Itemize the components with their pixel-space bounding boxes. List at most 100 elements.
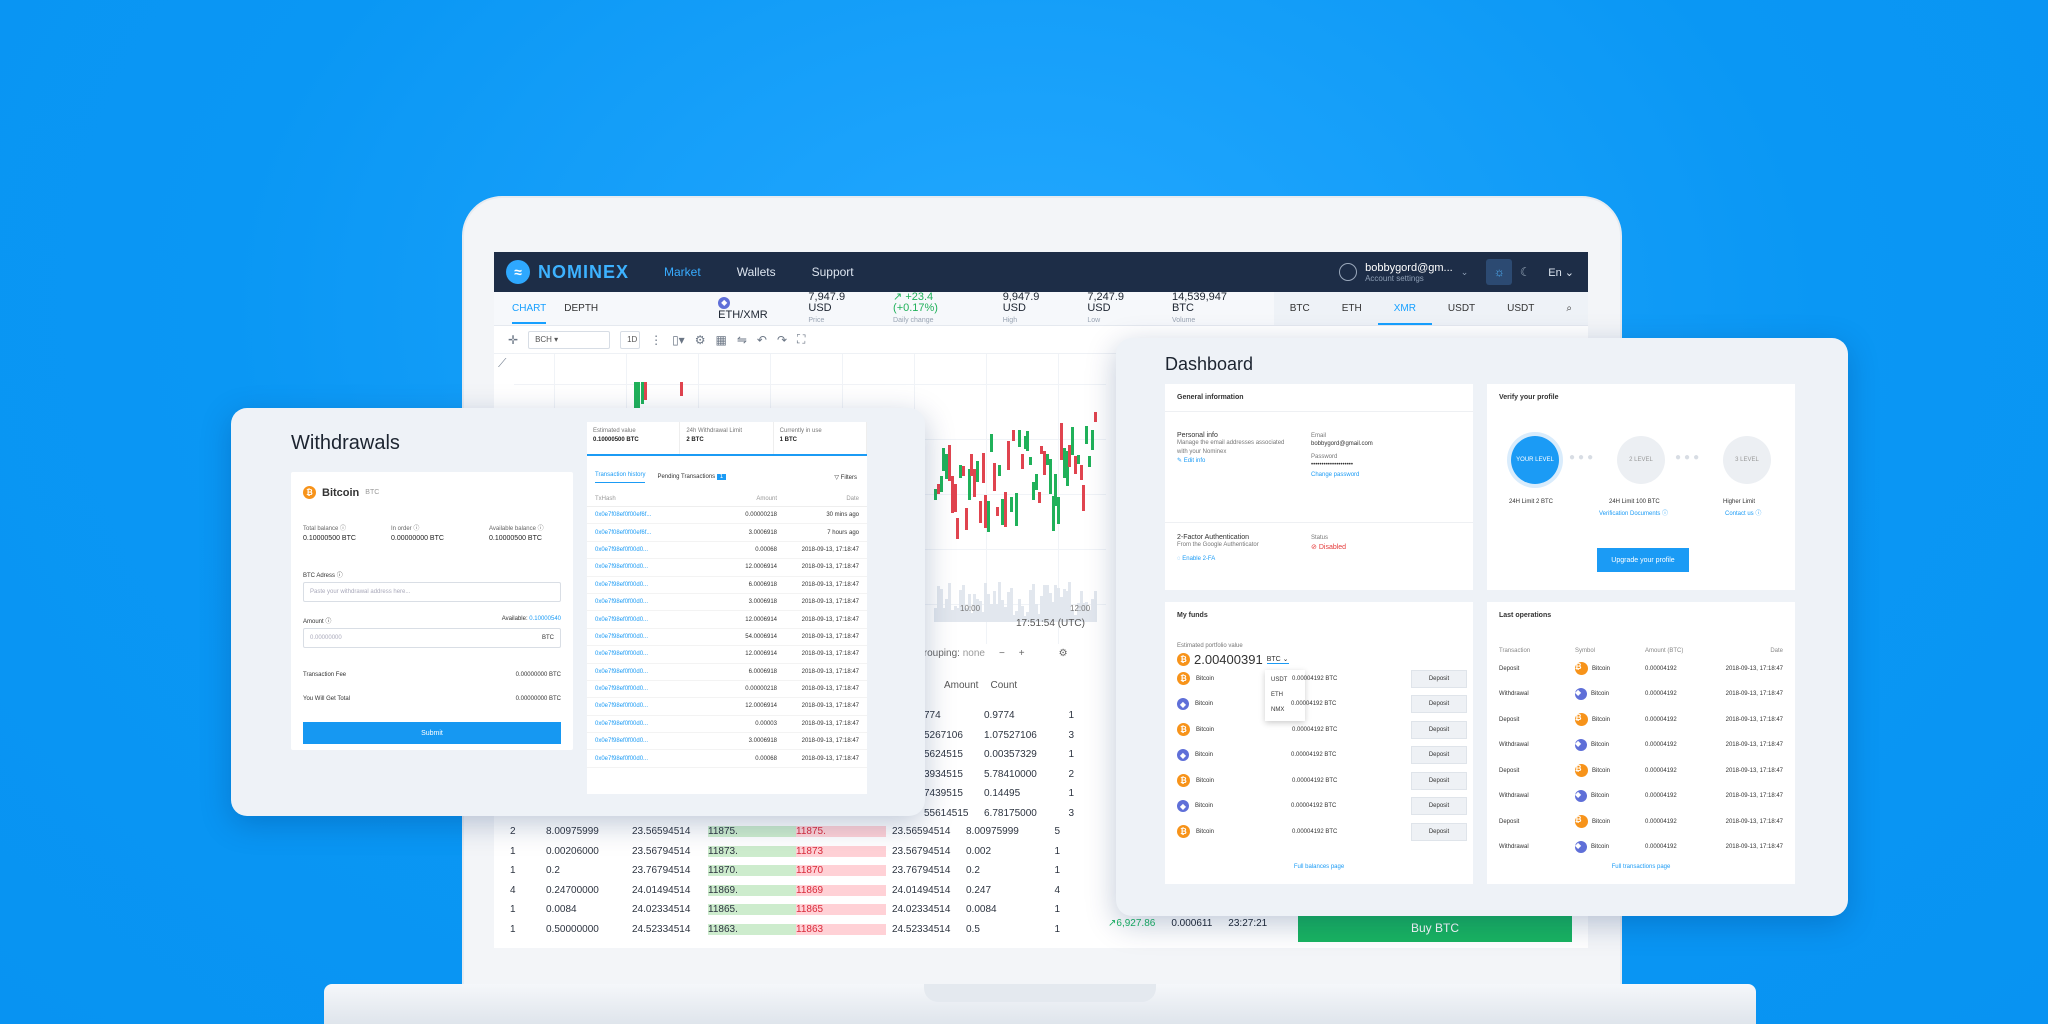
pair-label[interactable]: ◆ ETH/XMR bbox=[718, 296, 782, 321]
tx-row[interactable]: 0x0e7f98ef0f00d0... 12.0006914 2018-09-13,… bbox=[587, 611, 867, 629]
verification-docs-link[interactable]: Verification Documents ⓘ bbox=[1599, 508, 1668, 517]
tx-hash[interactable]: 0x0e7f98ef0f00d0... bbox=[595, 703, 707, 709]
tx-row[interactable]: 0x0e7f98ef0f00d0... 0.00068 2018-09-13, 17… bbox=[587, 750, 867, 768]
col-amount[interactable]: Amount bbox=[707, 496, 777, 502]
tx-row[interactable]: 0x0e7f98ef0f00d0... 0.00068 2018-09-13, 17… bbox=[587, 542, 867, 560]
coin-tab[interactable]: USDT bbox=[1432, 292, 1491, 325]
settings-icon[interactable]: ⚙ bbox=[1059, 648, 1068, 659]
deposit-button[interactable]: Deposit bbox=[1411, 669, 1467, 688]
tab-transaction-history[interactable]: Transaction history bbox=[595, 472, 646, 483]
coin-tab[interactable]: XMR bbox=[1377, 292, 1432, 325]
book-row[interactable]: 55614515 6.78175000 3 bbox=[924, 804, 1074, 824]
tx-hash[interactable]: 0x0e7f08ef0f00ef6f... bbox=[595, 530, 707, 536]
book-row[interactable]: 4 0.24700000 24.01494514 11869. 11869 24.0149… bbox=[510, 881, 1110, 901]
coin-tab[interactable]: BTC bbox=[1274, 292, 1326, 325]
moon-icon[interactable]: ☾ bbox=[1512, 259, 1538, 285]
tx-row[interactable]: 0x0e7f98ef0f00d0... 54.0006914 2018-09-13,… bbox=[587, 629, 867, 647]
change-password-link[interactable]: Change password bbox=[1311, 472, 1373, 478]
coin-tab[interactable]: ETH bbox=[1326, 292, 1378, 325]
deposit-button[interactable]: Deposit bbox=[1411, 720, 1467, 739]
plus-icon[interactable]: + bbox=[1019, 648, 1025, 659]
deposit-button[interactable]: Deposit bbox=[1411, 822, 1467, 841]
amount-input[interactable]: 0.00000000 BTC bbox=[303, 628, 561, 648]
search-icon[interactable]: ⌕ bbox=[1550, 292, 1588, 325]
buy-button[interactable]: Buy BTC bbox=[1298, 914, 1572, 942]
tx-row[interactable]: 0x0e7f98ef0f00d0... 6.0006918 2018-09-13, … bbox=[587, 664, 867, 681]
tx-hash[interactable]: 0x0e7f98ef0f00d0... bbox=[595, 651, 707, 657]
deposit-button[interactable]: Deposit bbox=[1411, 746, 1467, 764]
nav-support[interactable]: Support bbox=[794, 265, 872, 279]
book-row[interactable]: 3934515 5.78410000 2 bbox=[924, 765, 1074, 785]
deposit-button[interactable]: Deposit bbox=[1411, 797, 1467, 815]
more-icon[interactable]: ⋮ bbox=[650, 333, 662, 347]
submit-button[interactable]: Submit bbox=[303, 722, 561, 744]
user-menu[interactable]: bobbygord@gm... Account settings ⌄ bbox=[1339, 262, 1486, 283]
address-input[interactable]: Paste your withdrawal address here... bbox=[303, 582, 561, 602]
symbol-select[interactable]: BCH ▾ bbox=[528, 330, 611, 349]
tx-hash[interactable]: 0x0e7f98ef0f00d0... bbox=[595, 599, 707, 605]
tx-hash[interactable]: 0x0e7f98ef0f00d0... bbox=[595, 582, 707, 588]
tx-row[interactable]: 0x0e7f08ef0f00ef6f... 3.0006918 7 hours ag… bbox=[587, 524, 867, 542]
coin-tab[interactable]: USDT bbox=[1491, 292, 1550, 325]
filters-button[interactable]: ▽ Filters bbox=[834, 474, 857, 481]
deposit-button[interactable]: Deposit bbox=[1411, 695, 1467, 713]
contact-us-link[interactable]: Contact us ⓘ bbox=[1725, 508, 1761, 517]
candle-type-icon[interactable]: ▯▾ bbox=[672, 333, 685, 347]
col-date[interactable]: Date bbox=[777, 496, 859, 502]
tx-row[interactable]: 0x0e7f08ef0f00ef6f... 0.00000218 30 mins a… bbox=[587, 507, 867, 525]
tx-hash[interactable]: 0x0e7f08ef0f00ef6f... bbox=[595, 512, 707, 518]
full-transactions-link[interactable]: Full transactions page bbox=[1487, 864, 1795, 870]
draw-line-icon[interactable]: ⟋ bbox=[498, 356, 506, 371]
nav-wallets[interactable]: Wallets bbox=[719, 265, 794, 279]
interval-select[interactable]: 1D bbox=[620, 330, 641, 349]
tx-row[interactable]: 0x0e7f98ef0f00d0... 6.0006918 2018-09-13, … bbox=[587, 577, 867, 594]
crosshair-icon[interactable]: ✛ bbox=[508, 333, 518, 347]
book-row[interactable]: 7439515 0.14495 1 bbox=[924, 784, 1074, 804]
nav-market[interactable]: Market bbox=[646, 265, 719, 279]
language-select[interactable]: En ⌄ bbox=[1538, 266, 1588, 279]
tx-hash[interactable]: 0x0e7f98ef0f00d0... bbox=[595, 756, 707, 762]
book-row[interactable]: 774 0.9774 1 bbox=[924, 706, 1074, 726]
tab-chart[interactable]: CHART bbox=[512, 293, 547, 324]
tx-hash[interactable]: 0x0e7f98ef0f00d0... bbox=[595, 617, 707, 623]
gear-icon[interactable]: ⚙ bbox=[695, 333, 706, 347]
tx-row[interactable]: 0x0e7f98ef0f00d0... 0.00000218 2018-09-13,… bbox=[587, 681, 867, 699]
available-value[interactable]: 0.10000540 bbox=[529, 616, 561, 622]
book-row[interactable]: 5267106 1.07527106 3 bbox=[924, 726, 1074, 746]
tx-row[interactable]: 0x0e7f98ef0f00d0... 0.00003 2018-09-13, 17… bbox=[587, 716, 867, 734]
book-row[interactable]: 2 8.00975999 23.56594514 11875. 11875. 23.565… bbox=[510, 822, 1110, 842]
tx-hash[interactable]: 0x0e7f98ef0f00d0... bbox=[595, 564, 707, 570]
indicators-icon[interactable]: ▦ bbox=[715, 333, 726, 347]
redo-icon[interactable]: ↷ bbox=[777, 333, 787, 347]
tx-row[interactable]: 0x0e7f98ef0f00d0... 3.0006918 2018-09-13, … bbox=[587, 733, 867, 751]
tx-hash[interactable]: 0x0e7f98ef0f00d0... bbox=[595, 686, 707, 692]
fullscreen-icon[interactable]: ⛶ bbox=[797, 332, 805, 347]
undo-icon[interactable]: ↶ bbox=[757, 333, 767, 347]
deposit-button[interactable]: Deposit bbox=[1411, 771, 1467, 790]
upgrade-profile-button[interactable]: Upgrade your profile bbox=[1597, 548, 1689, 572]
tx-hash[interactable]: 0x0e7f98ef0f00d0... bbox=[595, 738, 707, 744]
full-balances-link[interactable]: Full balances page bbox=[1165, 864, 1473, 870]
tab-depth[interactable]: DEPTH bbox=[564, 303, 598, 314]
book-row[interactable]: 1 0.50000000 24.52334514 11863. 11863 24.5233… bbox=[510, 920, 1110, 940]
tx-row[interactable]: 0x0e7f98ef0f00d0... 12.0006914 2018-09-13,… bbox=[587, 559, 867, 577]
logo[interactable]: ≈ NOMINEX bbox=[494, 260, 646, 284]
unit-select[interactable]: BTC ⌄ bbox=[1266, 655, 1289, 664]
tx-row[interactable]: 0x0e7f98ef0f00d0... 12.0006914 2018-09-13,… bbox=[587, 646, 867, 664]
edit-info-link[interactable]: ✎ Edit info bbox=[1177, 457, 1287, 464]
tx-row[interactable]: 0x0e7f98ef0f00d0... 3.0006918 2018-09-13, … bbox=[587, 594, 867, 612]
tx-hash[interactable]: 0x0e7f98ef0f00d0... bbox=[595, 669, 707, 675]
tx-hash[interactable]: 0x0e7f98ef0f00d0... bbox=[595, 721, 707, 727]
book-row[interactable]: 1 0.00206000 23.56794514 11873. 11873 23.5679… bbox=[510, 842, 1110, 862]
book-row[interactable]: 1 0.0084 24.02334514 11865. 11865 24.02334514… bbox=[510, 900, 1110, 920]
col-txhash[interactable]: TxHash bbox=[595, 496, 707, 502]
enable-2fa-link[interactable]: ◌ Enable 2-FA bbox=[1177, 556, 1259, 562]
tx-hash[interactable]: 0x0e7f98ef0f00d0... bbox=[595, 634, 707, 640]
compare-icon[interactable]: ⇋ bbox=[737, 333, 747, 347]
tx-hash[interactable]: 0x0e7f98ef0f00d0... bbox=[595, 547, 707, 553]
sun-icon[interactable]: ☼ bbox=[1486, 259, 1513, 285]
tx-row[interactable]: 0x0e7f98ef0f00d0... 12.0006914 2018-09-13,… bbox=[587, 698, 867, 716]
tab-pending-transactions[interactable]: Pending Transactions 1 bbox=[657, 474, 727, 480]
book-row[interactable]: 1 0.2 23.76794514 11870. 11870 23.76794514 0.2… bbox=[510, 861, 1110, 881]
grouping-control[interactable]: Grouping: none bbox=[916, 648, 985, 659]
